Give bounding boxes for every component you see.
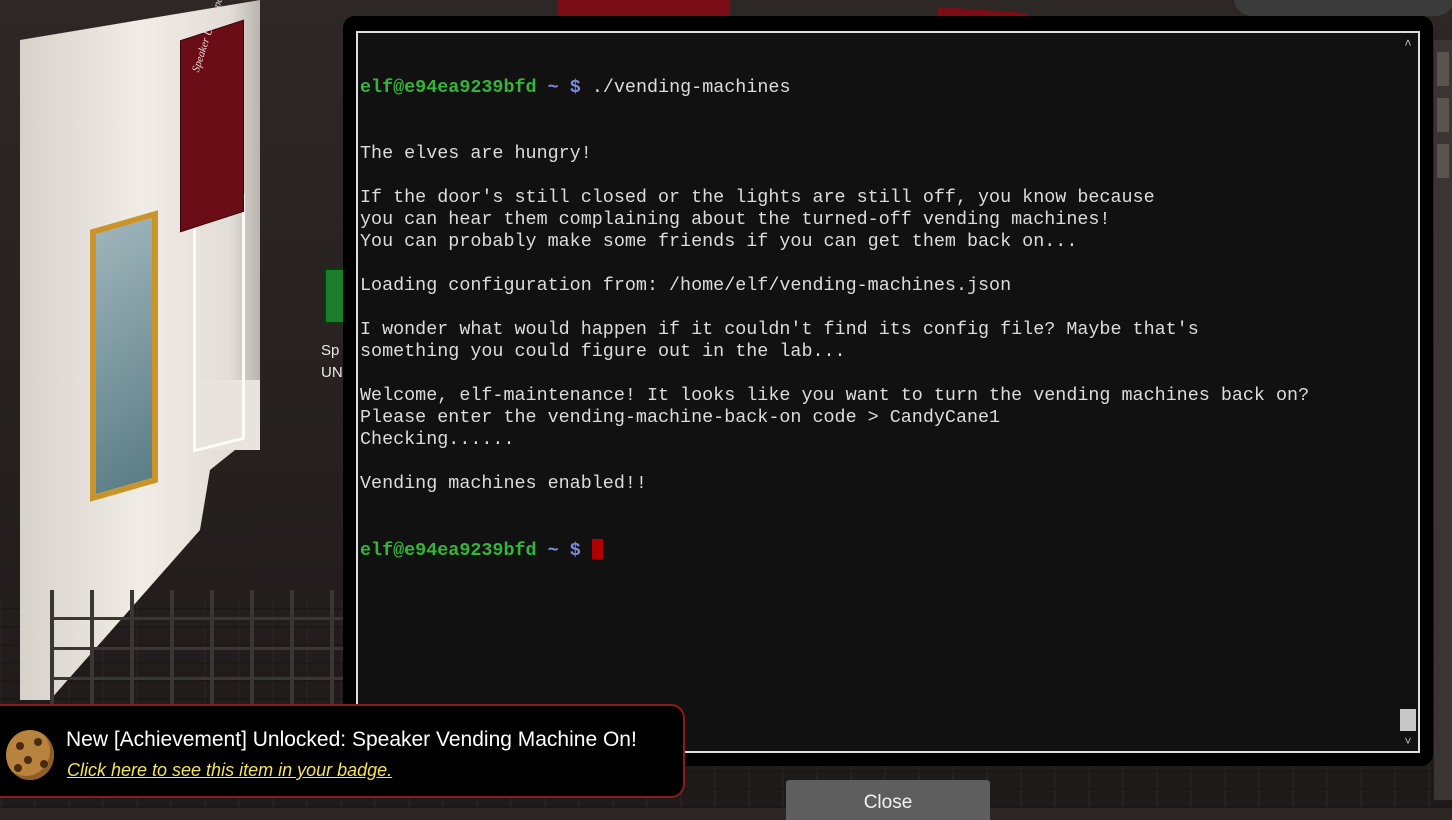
chevron-up-icon[interactable]: ˄ (1402, 37, 1414, 49)
output-line: Checking...... (360, 429, 515, 450)
badge-link[interactable]: Click here to see this item in your badg… (67, 760, 392, 781)
chevron-down-icon[interactable]: ˅ (1402, 735, 1414, 747)
prompt-dollar: $ (569, 77, 581, 98)
prompt-user-host: elf@e94ea9239bfd (360, 77, 537, 98)
output-line: something you could figure out in the la… (360, 341, 846, 362)
output-line: Welcome, elf-maintenance! It looks like … (360, 385, 1310, 406)
output-line: If the door's still closed or the lights… (360, 187, 1155, 208)
cookie-chip (40, 760, 48, 768)
terminal-output: elf@e94ea9239bfd ~ $ ./vending-machines … (360, 33, 1390, 605)
command-line: elf@e94ea9239bfd ~ $ ./vending-machines (360, 77, 1390, 99)
achievement-toast[interactable]: New [Achievement] Unlocked: Speaker Vend… (0, 704, 685, 798)
cookie-chip (14, 764, 22, 772)
cookie-chip (16, 742, 24, 750)
prompt-tilde: ~ (547, 77, 559, 98)
terminal-cursor[interactable] (591, 539, 603, 559)
output-line: I wonder what would happen if it couldn'… (360, 319, 1199, 340)
door[interactable] (193, 193, 245, 453)
terminal-window[interactable]: elf@e94ea9239bfd ~ $ ./vending-machines … (356, 31, 1420, 753)
room-sign (180, 19, 244, 233)
railing (50, 590, 360, 710)
toast-title: New [Achievement] Unlocked: Speaker Vend… (66, 728, 637, 751)
hud-square (1437, 98, 1449, 132)
output-line: Vending machines enabled!! (360, 473, 647, 494)
output-line: Loading configuration from: /home/elf/ve… (360, 275, 1012, 296)
hud-square (1437, 144, 1449, 178)
prompt-dollar: $ (569, 540, 581, 561)
command-text: ./vending-machines (591, 77, 791, 98)
side-label: Sp UN (321, 342, 343, 381)
output-lines: The elves are hungry! If the door's still… (360, 143, 1390, 495)
prompt-tilde: ~ (547, 540, 559, 561)
close-button[interactable]: Close (786, 780, 990, 820)
prompt-user-host: elf@e94ea9239bfd (360, 540, 537, 561)
output-line: Please enter the vending-machine-back-on… (360, 407, 1001, 428)
scrollbar-thumb[interactable] (1400, 709, 1416, 731)
right-hud-strip (1434, 40, 1452, 800)
picture-frame (90, 210, 158, 502)
cookie-icon (6, 730, 54, 780)
terminal-scrollbar[interactable]: ˄ ˅ (1398, 33, 1418, 751)
output-line: you can hear them complaining about the … (360, 209, 1111, 230)
cookie-chip (24, 756, 32, 764)
output-line: The elves are hungry! (360, 143, 592, 164)
output-line: You can probably make some friends if yo… (360, 231, 1078, 252)
cookie-chip (34, 738, 42, 746)
hud-square (1437, 52, 1449, 86)
active-prompt-line[interactable]: elf@e94ea9239bfd ~ $ (360, 539, 1390, 561)
top-right-hud[interactable] (1234, 0, 1452, 16)
